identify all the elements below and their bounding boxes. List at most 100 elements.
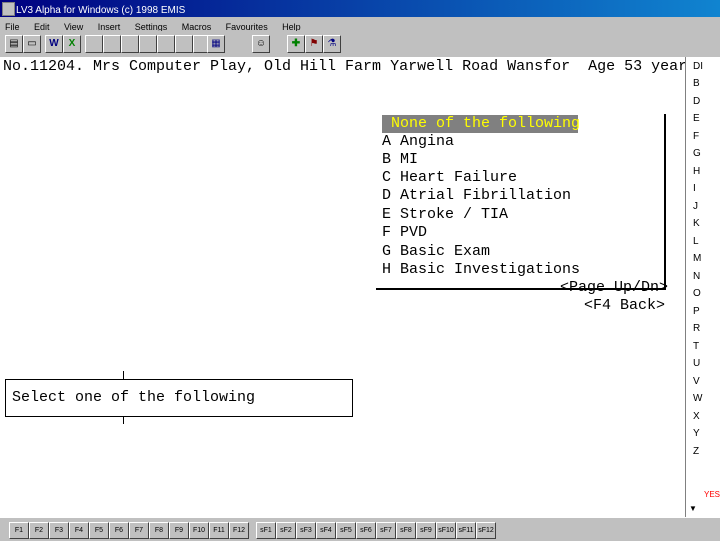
app-icon [2,2,15,16]
fkey-sf8[interactable]: sF8 [396,522,416,539]
option-heart-failure[interactable]: C Heart Failure [382,169,517,186]
option-stroke-tia[interactable]: E Stroke / TIA [382,206,508,223]
option-key-none [382,115,391,132]
letter-m[interactable]: M [693,253,701,264]
add-icon[interactable]: ✚ [287,35,305,53]
fkey-sf2[interactable]: sF2 [276,522,296,539]
excel-icon[interactable]: X [63,35,81,53]
fkey-f8[interactable]: F8 [149,522,169,539]
fkey-f5[interactable]: F5 [89,522,109,539]
scroll-down-icon[interactable]: ▼ [689,504,697,513]
fkey-sf10[interactable]: sF10 [436,522,456,539]
option-label: Atrial Fibrillation [400,187,572,204]
option-angina[interactable]: A Angina [382,133,454,150]
fkey-sf1[interactable]: sF1 [256,522,276,539]
fkey-f1[interactable]: F1 [9,522,29,539]
letter-d[interactable]: D [693,96,700,107]
toolbar-blank-4[interactable] [139,35,157,53]
window-title: LV3 Alpha for Windows (c) 1998 EMIS [16,5,186,16]
fkey-f3[interactable]: F3 [49,522,69,539]
status-area: YES ▼ [685,477,720,517]
fkey-sf4[interactable]: sF4 [316,522,336,539]
toolbar-blank-5[interactable] [157,35,175,53]
fkey-f7[interactable]: F7 [129,522,149,539]
letter-n[interactable]: N [693,271,700,282]
fkey-f11[interactable]: F11 [209,522,229,539]
option-key: F [382,224,392,241]
option-label-none: None of the following [391,115,581,132]
letter-f[interactable]: F [693,131,699,142]
toolbar-blank-3[interactable] [121,35,139,53]
letter-index: DI B D E F G H I J K L M N O P R T U V W… [685,57,720,477]
page-up-down-hint: <Page Up/Dn> [560,279,669,296]
option-key: C [382,169,392,186]
divider-tick-bottom [123,416,124,424]
option-basic-investigations[interactable]: H Basic Investigations [382,261,580,278]
yes-indicator: YES [704,490,720,499]
letter-di[interactable]: DI [693,61,703,72]
fkey-sf3[interactable]: sF3 [296,522,316,539]
option-label: PVD [400,224,428,241]
calendar-icon[interactable]: ▦ [207,35,225,53]
prompt-box: Select one of the following [5,379,353,417]
option-label: Stroke / TIA [400,206,509,223]
letter-o[interactable]: O [693,288,701,299]
fkey-sf12[interactable]: sF12 [476,522,496,539]
word-icon[interactable]: W [45,35,63,53]
fkey-f12[interactable]: F12 [229,522,249,539]
option-pvd[interactable]: F PVD [382,224,427,241]
toolbar: ▤ ▭ W X ▦ ☺ ✚ ⚑ ⚗ [0,31,720,58]
option-key: B [382,151,392,168]
doc-icon[interactable]: ▭ [23,35,41,53]
option-atrial-fibrillation[interactable]: D Atrial Fibrillation [382,187,571,204]
option-basic-exam[interactable]: G Basic Exam [382,243,490,260]
fkey-sf11[interactable]: sF11 [456,522,476,539]
letter-y[interactable]: Y [693,428,700,439]
letter-j[interactable]: J [693,201,698,212]
find-icon[interactable]: ☺ [252,35,270,53]
f4-back-hint: <F4 Back> [584,297,666,314]
letter-z[interactable]: Z [693,446,699,457]
letter-u[interactable]: U [693,358,700,369]
flask-icon[interactable]: ⚗ [323,35,341,53]
option-key: D [382,187,392,204]
menu-bar: File Edit View Insert Settings Macros Fa… [0,17,720,32]
toolbar-blank-1[interactable] [85,35,103,53]
fkey-f2[interactable]: F2 [29,522,49,539]
print-icon[interactable]: ▤ [5,35,23,53]
letter-x[interactable]: X [693,411,700,422]
letter-r[interactable]: R [693,323,700,334]
letter-t[interactable]: T [693,341,699,352]
option-key: A [382,133,392,150]
option-label: MI [400,151,419,168]
letter-l[interactable]: L [693,236,699,247]
fkey-sf9[interactable]: sF9 [416,522,436,539]
letter-h[interactable]: H [693,166,700,177]
option-label: Heart Failure [400,169,518,186]
toolbar-blank-2[interactable] [103,35,121,53]
option-key: H [382,261,392,278]
prompt-text: Select one of the following [12,389,256,406]
fkey-sf6[interactable]: sF6 [356,522,376,539]
fkey-f6[interactable]: F6 [109,522,129,539]
fkey-sf5[interactable]: sF5 [336,522,356,539]
fkey-sf7[interactable]: sF7 [376,522,396,539]
letter-i[interactable]: I [693,183,696,194]
run-icon[interactable]: ⚑ [305,35,323,53]
fkey-f10[interactable]: F10 [189,522,209,539]
fkey-f9[interactable]: F9 [169,522,189,539]
option-mi[interactable]: B MI [382,151,418,168]
letter-b[interactable]: B [693,78,700,89]
letter-v[interactable]: V [693,376,700,387]
letter-w[interactable]: W [693,393,702,404]
letter-e[interactable]: E [693,113,700,124]
selection-popup: None of the following A Angina B MI C He… [376,114,666,290]
letter-p[interactable]: P [693,306,700,317]
selected-option-highlight[interactable]: None of the following [382,115,581,133]
toolbar-blank-6[interactable] [175,35,193,53]
letter-k[interactable]: K [693,218,700,229]
option-key: G [382,243,392,260]
fkey-f4[interactable]: F4 [69,522,89,539]
title-bar: LV3 Alpha for Windows (c) 1998 EMIS [0,0,720,17]
letter-g[interactable]: G [693,148,701,159]
